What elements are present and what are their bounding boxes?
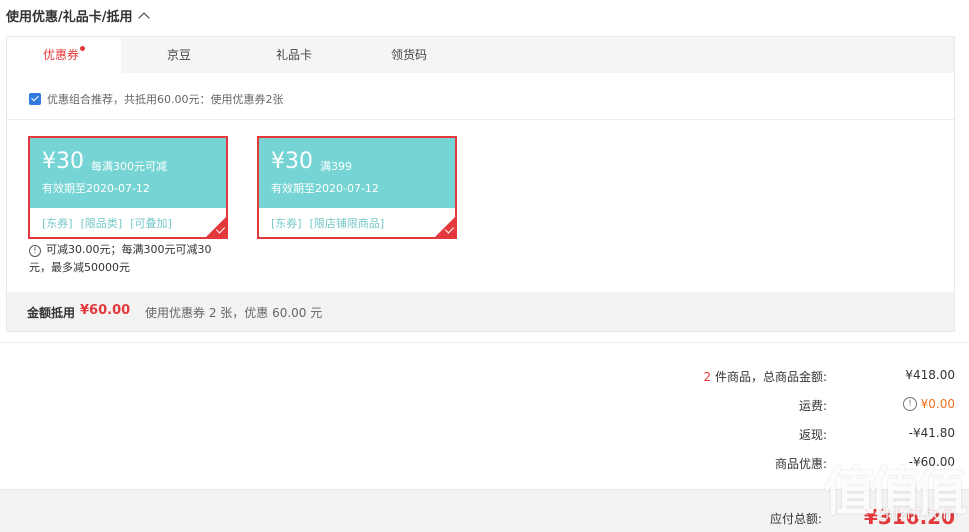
info-icon[interactable]: ! xyxy=(903,397,917,411)
coupon-expiry: 有效期至2020-07-12 xyxy=(42,182,150,195)
section-title[interactable]: 使用优惠/礼品卡/抵用 xyxy=(6,6,150,25)
tab-jingdou-label: 京豆 xyxy=(166,48,191,62)
total-label: 应付总额: xyxy=(769,512,822,526)
discount-summary-desc: 使用优惠券 2 张，优惠 60.00 元 xyxy=(145,306,323,320)
coupon-card-1[interactable]: ¥30 每满300元可减 有效期至2020-07-12 [东券] [限品类] [可叠… xyxy=(28,136,228,239)
recommend-row[interactable]: 优惠组合推荐，共抵用60.00元：使用优惠券2张 xyxy=(29,91,284,107)
section-divider xyxy=(0,342,969,343)
discount-summary-value: ¥60.00 xyxy=(80,303,131,318)
shipping-label: 运费: xyxy=(798,399,827,413)
coupon-condition: 每满300元可减 xyxy=(91,160,167,173)
items-count: 2 xyxy=(703,370,712,384)
items-label: 件商品，总商品金额: xyxy=(714,370,827,384)
discount-label: 商品优惠: xyxy=(774,457,827,471)
coupon-tags: [东券] [限品类] [可叠加] xyxy=(42,215,180,231)
chevron-up-icon[interactable] xyxy=(137,12,150,24)
shipping-value: ¥0.00 xyxy=(920,397,955,411)
coupon-tag: [东券] xyxy=(271,217,302,230)
coupon-amount: ¥30 xyxy=(42,149,84,174)
coupon-expiry: 有效期至2020-07-12 xyxy=(271,182,379,195)
tab-coupons[interactable]: 优惠券 xyxy=(7,37,121,73)
rebate-value: -¥41.80 xyxy=(908,426,955,440)
tab-pickup-code-label: 领货码 xyxy=(390,48,427,62)
tab-coupons-label: 优惠券 xyxy=(42,48,79,62)
items-total-value: ¥418.00 xyxy=(905,368,955,382)
tab-gift-card-label: 礼品卡 xyxy=(275,48,312,62)
coupon-tag: [东券] xyxy=(42,217,73,230)
coupon-condition: 满399 xyxy=(320,160,352,173)
coupon-note: ! 可减30.00元；每满300元可减30元，最多减50000元 xyxy=(29,241,224,277)
coupon-tag: [限店铺限商品] xyxy=(309,217,385,230)
watermark-url: zhizhi.com xyxy=(877,505,957,523)
coupon-amount: ¥30 xyxy=(271,149,313,174)
items-total-label: 2 件商品，总商品金额: xyxy=(703,368,827,385)
tab-jingdou[interactable]: 京豆 xyxy=(122,37,236,73)
notification-dot-icon xyxy=(80,46,85,51)
discount-summary-label: 金额抵用 xyxy=(27,306,76,320)
tab-gift-card[interactable]: 礼品卡 xyxy=(237,37,351,73)
coupon-note-text: 可减30.00元；每满300元可减30元，最多减50000元 xyxy=(29,243,212,274)
rebate-label: 返现: xyxy=(798,428,827,442)
coupon-card-2[interactable]: ¥30 满399 有效期至2020-07-12 [东券] [限店铺限商品] xyxy=(257,136,457,239)
coupon-tag: [可叠加] xyxy=(130,217,172,230)
info-icon: ! xyxy=(29,245,41,257)
tab-pickup-code[interactable]: 领货码 xyxy=(352,37,466,73)
recommend-checkbox[interactable] xyxy=(29,93,41,105)
section-title-text: 使用优惠/礼品卡/抵用 xyxy=(6,10,133,25)
coupon-tag: [限品类] xyxy=(80,217,123,230)
coupon-tags: [东券] [限店铺限商品] xyxy=(271,215,392,231)
divider xyxy=(7,119,954,120)
recommend-text: 优惠组合推荐，共抵用60.00元：使用优惠券2张 xyxy=(47,93,284,106)
